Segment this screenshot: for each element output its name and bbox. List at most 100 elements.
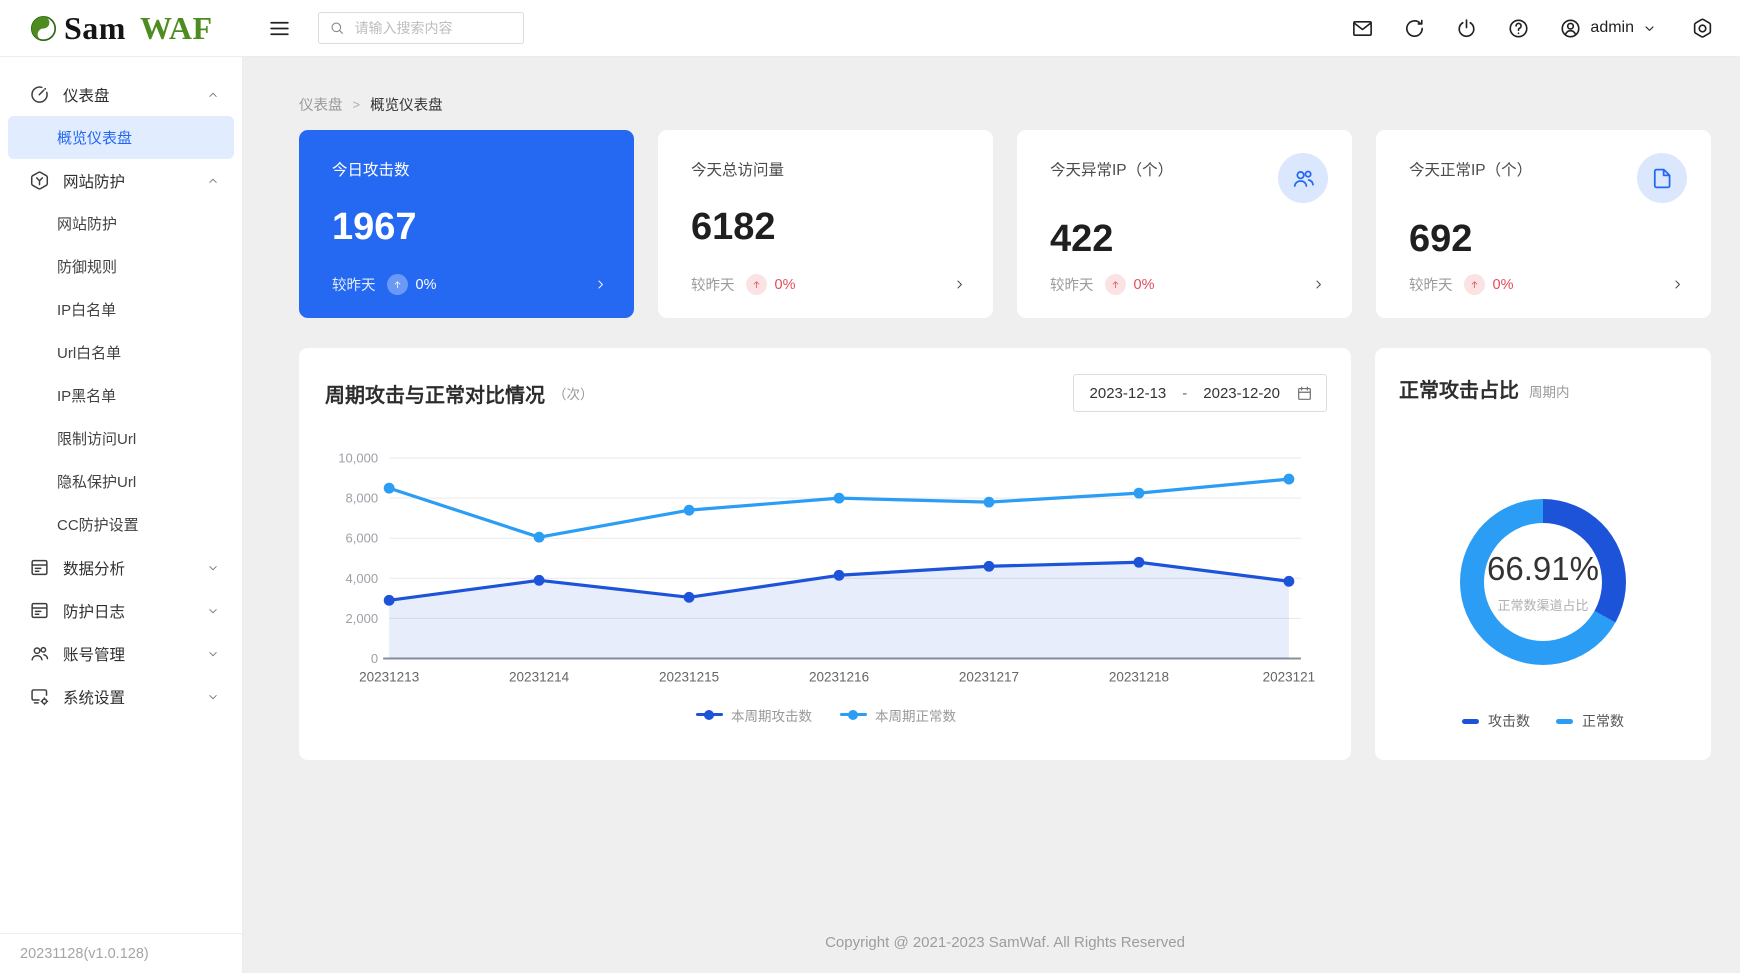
line-chart-legend: 本周期攻击数 本周期正常数 xyxy=(325,705,1327,725)
trend-up-icon xyxy=(1105,274,1126,295)
donut-title: 正常攻击占比 xyxy=(1399,374,1519,403)
user-name: admin xyxy=(1590,19,1634,37)
stat-card-title: 今天异常IP（个） xyxy=(1050,155,1173,180)
donut-legend-item-1[interactable]: 正常数 xyxy=(1556,711,1624,731)
user-menu[interactable]: admin xyxy=(1559,17,1657,40)
donut-header: 正常攻击占比 周期内 xyxy=(1399,374,1687,403)
sidebar-nav: 仪表盘 概览仪表盘 网站防护 网站防护防御规则IP白名单Url白名单IP黑名单限… xyxy=(0,73,242,718)
svg-text:20231214: 20231214 xyxy=(509,669,570,684)
sidebar-item-1-1[interactable]: 防御规则 xyxy=(8,245,234,288)
mail-icon[interactable] xyxy=(1351,17,1374,40)
menu-toggle-icon[interactable] xyxy=(267,16,292,41)
stat-cards-row: 今日攻击数 1967 较昨天 0% 今天总访问量 6182 较昨天 0% 今 xyxy=(299,130,1711,318)
search-input[interactable] xyxy=(353,19,513,37)
stat-card-0[interactable]: 今日攻击数 1967 较昨天 0% xyxy=(299,130,634,318)
svg-text:2,000: 2,000 xyxy=(346,611,379,626)
logo-text-waf: WAF xyxy=(140,12,213,44)
top-right-actions: admin xyxy=(1351,17,1714,40)
sidebar-group-label: 网站防护 xyxy=(63,170,193,192)
sidebar-group-2[interactable]: 数据分析 xyxy=(0,546,242,589)
sidebar-group-label: 数据分析 xyxy=(63,557,193,579)
svg-text:10,000: 10,000 xyxy=(338,451,378,466)
copyright: Copyright @ 2021-2023 SamWaf. All Rights… xyxy=(299,934,1711,973)
donut-panel: 正常攻击占比 周期内 66.91% 正常数渠道占比 攻击数 正常数 xyxy=(1375,348,1711,760)
help-icon[interactable] xyxy=(1507,17,1530,40)
sidebar-item-1-6[interactable]: 隐私保护Url xyxy=(8,460,234,503)
svg-text:6,000: 6,000 xyxy=(346,531,379,546)
date-end[interactable]: 2023-12-20 xyxy=(1203,385,1280,402)
stat-card-footer: 较昨天 0% xyxy=(691,274,966,295)
legend-marker-icon xyxy=(1556,719,1573,724)
sidebar-group-0[interactable]: 仪表盘 xyxy=(0,73,242,116)
svg-text:2023121: 2023121 xyxy=(1263,669,1316,684)
gear-icon[interactable] xyxy=(1691,17,1714,40)
sidebar-group-4[interactable]: 账号管理 xyxy=(0,632,242,675)
chevron-right-icon[interactable] xyxy=(1312,278,1325,291)
sidebar-item-1-0[interactable]: 网站防护 xyxy=(8,202,234,245)
breadcrumb-item-current: 概览仪表盘 xyxy=(370,94,443,115)
card-icon-circle xyxy=(1278,153,1328,203)
sidebar-item-1-4[interactable]: IP黑名单 xyxy=(8,374,234,417)
chevron-right-icon[interactable] xyxy=(1671,278,1684,291)
logo[interactable]: Sam WAF xyxy=(30,12,213,44)
stat-card-top: 今天总访问量 xyxy=(691,155,966,180)
svg-text:20231218: 20231218 xyxy=(1109,669,1169,684)
sidebar-item-1-2[interactable]: IP白名单 xyxy=(8,288,234,331)
legend-item-1[interactable]: 本周期正常数 xyxy=(840,705,956,725)
stat-card-title: 今天总访问量 xyxy=(691,155,784,180)
sidebar-group-1[interactable]: 网站防护 xyxy=(0,159,242,202)
legend-item-0[interactable]: 本周期攻击数 xyxy=(696,705,812,725)
search-box[interactable] xyxy=(318,12,524,44)
date-range-picker[interactable]: 2023-12-13 - 2023-12-20 xyxy=(1073,374,1327,412)
line-chart-svg: 02,0004,0006,0008,00010,0002023121320231… xyxy=(325,430,1327,703)
stat-card-2[interactable]: 今天异常IP（个） 422 较昨天 0% xyxy=(1017,130,1352,318)
refresh-icon[interactable] xyxy=(1403,17,1426,40)
line-chart-panel: 周期攻击与正常对比情况 （次） 2023-12-13 - 2023-12-20 … xyxy=(299,348,1351,760)
legend-label: 本周期正常数 xyxy=(875,705,956,725)
chevron-up-icon xyxy=(206,88,220,102)
sidebar: 仪表盘 概览仪表盘 网站防护 网站防护防御规则IP白名单Url白名单IP黑名单限… xyxy=(0,57,243,973)
sidebar-item-1-3[interactable]: Url白名单 xyxy=(8,331,234,374)
sidebar-group-5[interactable]: 系统设置 xyxy=(0,675,242,718)
sidebar-item-1-5[interactable]: 限制访问Url xyxy=(8,417,234,460)
donut-center-value: 66.91% xyxy=(1487,550,1599,588)
sidebar-item-0-0[interactable]: 概览仪表盘 xyxy=(8,116,234,159)
breadcrumb-item-dashboard[interactable]: 仪表盘 xyxy=(299,94,343,115)
yin-yang-icon xyxy=(30,15,57,42)
shield-icon xyxy=(29,170,50,191)
stat-card-top: 今天正常IP（个） xyxy=(1409,155,1684,203)
line-chart-unit: （次） xyxy=(553,383,594,403)
sidebar-item-1-7[interactable]: CC防护设置 xyxy=(8,503,234,546)
compare-label: 较昨天 xyxy=(1409,274,1453,295)
stat-card-title: 今日攻击数 xyxy=(332,155,410,180)
line-chart-title: 周期攻击与正常对比情况 xyxy=(325,379,545,408)
power-icon[interactable] xyxy=(1455,17,1478,40)
stat-card-footer: 较昨天 0% xyxy=(332,274,607,295)
trend-up-icon xyxy=(1464,274,1485,295)
legend-label: 本周期攻击数 xyxy=(731,705,812,725)
donut-center-label: 正常数渠道占比 xyxy=(1497,595,1588,614)
stat-card-title: 今天正常IP（个） xyxy=(1409,155,1532,180)
donut-legend-item-0[interactable]: 攻击数 xyxy=(1462,711,1530,731)
chevron-down-icon xyxy=(206,690,220,704)
chevron-up-icon xyxy=(206,174,220,188)
user-circle-icon xyxy=(1559,17,1582,40)
legend-label: 攻击数 xyxy=(1488,711,1530,731)
version-label: 20231128(v1.0.128) xyxy=(0,933,242,973)
stat-card-3[interactable]: 今天正常IP（个） 692 较昨天 0% xyxy=(1376,130,1711,318)
form-icon xyxy=(29,557,50,578)
chevron-right-icon[interactable] xyxy=(594,278,607,291)
trend-percent: 0% xyxy=(1493,277,1514,293)
chevron-right-icon[interactable] xyxy=(953,278,966,291)
stat-card-footer: 较昨天 0% xyxy=(1409,274,1684,295)
legend-marker-icon xyxy=(840,710,867,720)
svg-text:8,000: 8,000 xyxy=(346,491,379,506)
breadcrumb-separator: > xyxy=(353,97,361,112)
date-start[interactable]: 2023-12-13 xyxy=(1090,385,1167,402)
sidebar-group-3[interactable]: 防护日志 xyxy=(0,589,242,632)
frame: 仪表盘 概览仪表盘 网站防护 网站防护防御规则IP白名单Url白名单IP黑名单限… xyxy=(0,57,1740,973)
trend-up-icon xyxy=(746,274,767,295)
sidebar-group-label: 系统设置 xyxy=(63,686,193,708)
stat-card-1[interactable]: 今天总访问量 6182 较昨天 0% xyxy=(658,130,993,318)
usergroup-icon xyxy=(1291,166,1316,191)
